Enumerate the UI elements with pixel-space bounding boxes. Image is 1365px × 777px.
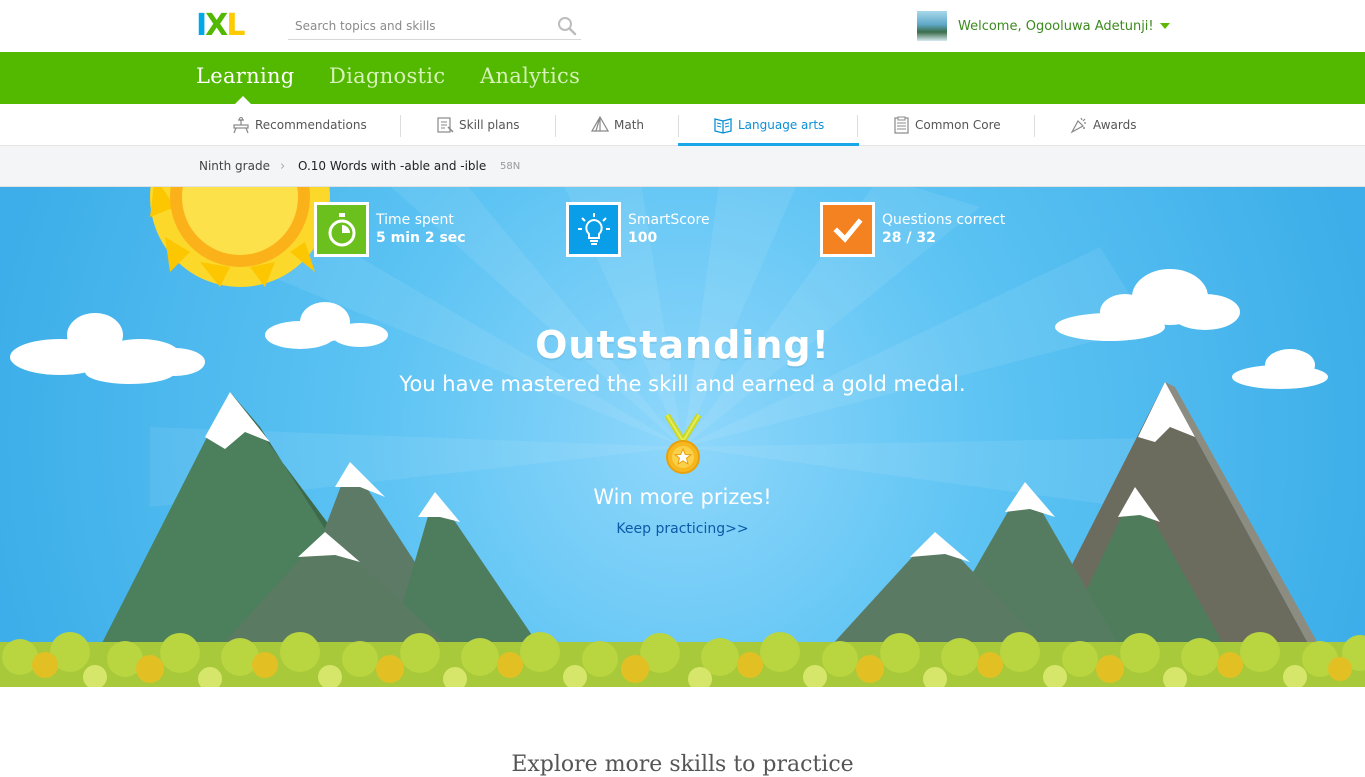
subnav-item-skill-plans[interactable]: Skill plans <box>436 104 520 146</box>
breadcrumb-skill: O.10 Words with -able and -ible <box>298 159 487 173</box>
divider <box>1034 115 1035 137</box>
subnav-item-recommendations[interactable]: Recommendations <box>232 104 367 146</box>
divider <box>400 115 401 137</box>
skill-code: 58N <box>500 161 521 172</box>
stat-value: 100 <box>628 230 658 246</box>
stat-label: SmartScore <box>628 212 710 228</box>
stat-smartscore: SmartScore 100 <box>566 202 710 257</box>
user-menu[interactable]: Welcome, Ogooluwa Adetunji! <box>917 11 1170 41</box>
tab-analytics[interactable]: Analytics <box>480 64 580 88</box>
math-icon <box>591 116 609 132</box>
subnav-label: Language arts <box>738 118 825 132</box>
stat-questions-correct: Questions correct 28 / 32 <box>820 202 1005 257</box>
chevron-right-icon: › <box>280 159 286 174</box>
keep-practicing-link[interactable]: Keep practicing>> <box>0 521 1365 537</box>
chevron-down-icon[interactable] <box>1159 23 1170 29</box>
checkmark-icon <box>820 202 875 257</box>
subnav-item-language-arts[interactable]: Language arts <box>677 104 860 146</box>
result-message: You have mastered the skill and earned a… <box>399 372 966 396</box>
result-headline: Outstanding! <box>535 323 830 367</box>
subnav-label: Common Core <box>915 118 1001 132</box>
subnav-label: Recommendations <box>255 118 367 132</box>
divider <box>555 115 556 137</box>
search-icon[interactable] <box>557 16 577 36</box>
common-core-icon <box>894 116 909 134</box>
logo-letter-l: L <box>226 8 245 43</box>
logo-letter-i: I <box>196 8 207 43</box>
breadcrumb-grade-link[interactable]: Ninth grade <box>199 159 270 173</box>
logo-letter-x: X <box>205 8 228 43</box>
divider <box>678 115 679 137</box>
divider <box>857 115 858 137</box>
lightbulb-icon <box>566 202 621 257</box>
tab-learning[interactable]: Learning <box>196 64 295 88</box>
stat-label: Time spent <box>376 212 454 228</box>
language-arts-icon <box>714 118 732 134</box>
results-hero: Time spent 5 min 2 sec SmartScore 100 Qu… <box>0 187 1365 700</box>
recommendations-icon <box>233 117 249 134</box>
win-more-prizes-text: Win more prizes! <box>593 485 772 509</box>
avatar[interactable] <box>917 11 947 41</box>
explore-heading: Explore more skills to practice <box>511 752 854 777</box>
stat-time-spent: Time spent 5 min 2 sec <box>314 202 466 257</box>
welcome-text[interactable]: Welcome, Ogooluwa Adetunji! <box>958 19 1154 34</box>
tab-diagnostic[interactable]: Diagnostic <box>329 64 445 88</box>
breadcrumb: Ninth grade › O.10 Words with -able and … <box>0 146 1365 187</box>
subnav-label: Math <box>614 118 645 132</box>
sub-nav: Recommendations Skill plans Math Languag… <box>0 104 1365 146</box>
subnav-label: Skill plans <box>459 118 520 132</box>
search-box <box>288 12 581 40</box>
subnav-label: Awards <box>1093 118 1137 132</box>
gold-medal-icon <box>664 413 702 474</box>
stat-value: 5 min 2 sec <box>376 230 466 246</box>
stat-label: Questions correct <box>882 212 1006 228</box>
skill-plans-icon <box>437 117 454 133</box>
main-nav: Learning Diagnostic Analytics <box>0 52 1365 104</box>
active-tab-pointer <box>235 96 251 104</box>
awards-icon <box>1070 117 1086 134</box>
ixl-logo[interactable]: I X L <box>196 8 245 43</box>
stat-value: 28 / 32 <box>882 230 936 246</box>
subnav-item-common-core[interactable]: Common Core <box>893 104 1001 146</box>
top-header: I X L Welcome, Ogooluwa Adetunji! <box>0 0 1365 52</box>
subnav-item-awards[interactable]: Awards <box>1070 104 1136 146</box>
subnav-item-math[interactable]: Math <box>591 104 644 146</box>
stopwatch-icon <box>314 202 369 257</box>
search-input[interactable] <box>288 12 550 39</box>
